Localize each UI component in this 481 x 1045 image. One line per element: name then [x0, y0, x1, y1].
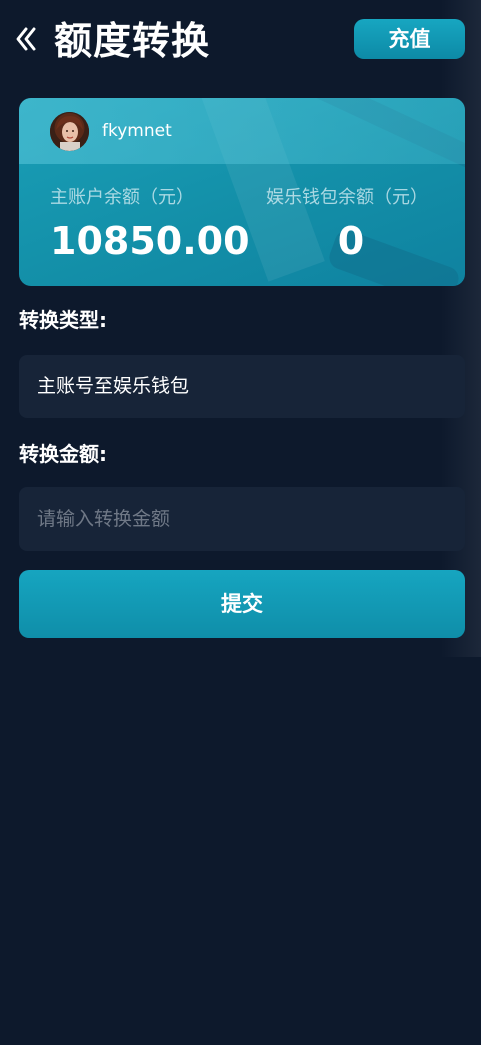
avatar: [50, 112, 89, 151]
page-title: 额度转换: [54, 19, 211, 63]
transfer-type-select[interactable]: 主账号至娱乐钱包: [19, 355, 465, 418]
user-avatar-image: [50, 112, 89, 151]
username: fkymnet: [102, 121, 172, 141]
header: 额度转换 充值: [0, 0, 481, 84]
transfer-amount-input[interactable]: [19, 487, 465, 551]
transfer-type-value: 主账号至娱乐钱包: [37, 375, 190, 397]
main-account-balance: 10850.00: [50, 219, 250, 263]
back-button[interactable]: [14, 24, 42, 54]
submit-button[interactable]: 提交: [19, 570, 465, 638]
page: 额度转换 充值 fkymnet 主账户余额（元） 10850.00 娱乐钱包余额…: [0, 0, 481, 1045]
recharge-button[interactable]: 充值: [354, 19, 465, 59]
wallet-label: 娱乐钱包余额（元）: [266, 187, 428, 208]
wallet-balance: 0: [337, 219, 365, 263]
double-chevron-left-icon: [16, 27, 36, 51]
main-account-label: 主账户余额（元）: [50, 187, 194, 208]
transfer-amount-label: 转换金额:: [19, 442, 107, 466]
transfer-type-label: 转换类型:: [19, 308, 107, 332]
